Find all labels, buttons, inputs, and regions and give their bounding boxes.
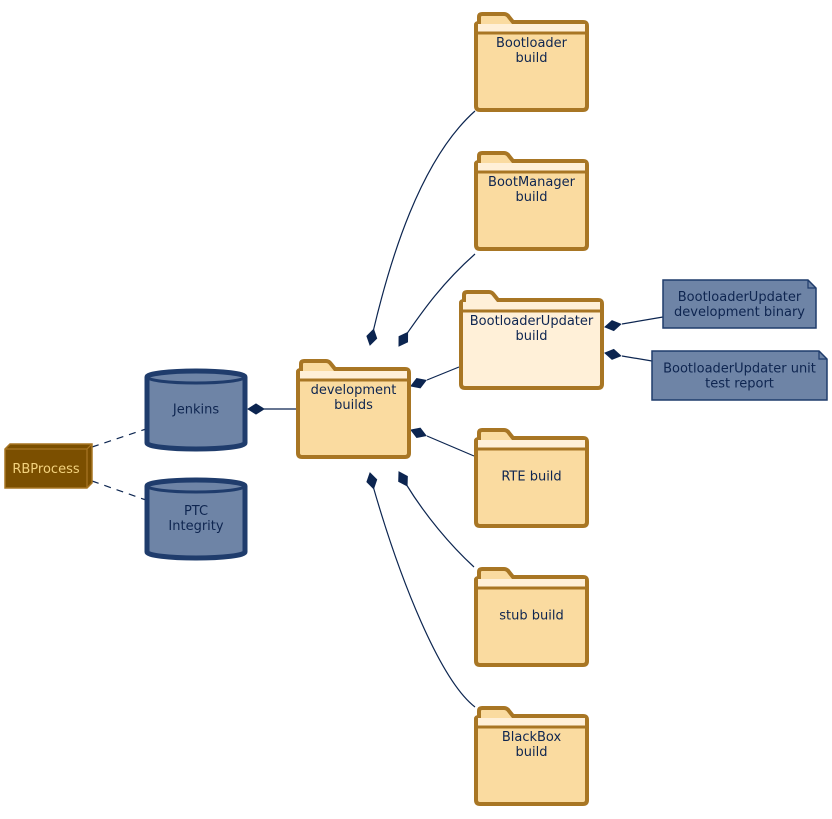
node-label: RTE build — [501, 470, 561, 485]
node-label: build — [516, 51, 548, 66]
node-label: builds — [334, 398, 373, 413]
edge-line — [426, 366, 460, 381]
node-label: stub build — [499, 609, 563, 624]
edge-line — [405, 483, 475, 568]
node-label: Bootloader — [496, 36, 568, 51]
composition-diamond-icon — [366, 328, 378, 346]
folder-tab — [478, 718, 585, 726]
edge-line — [621, 355, 653, 362]
edge-line — [91, 480, 147, 501]
nodes: RBProcessJenkinsPTCIntegritydevelopmentb… — [4, 12, 828, 806]
composition-diamond-icon — [398, 471, 408, 487]
edge-line — [372, 485, 476, 708]
folder-tab — [478, 163, 585, 171]
folder-tab — [478, 579, 585, 587]
edge-line — [91, 428, 147, 448]
node-ptc[interactable]: PTCIntegrity — [144, 477, 248, 561]
node-stub[interactable]: stub build — [474, 567, 589, 667]
edge-blupdater-to-dev — [410, 366, 460, 389]
node-rbprocess[interactable]: RBProcess — [4, 443, 93, 489]
edge-line — [426, 435, 475, 457]
edge-rbprocess-to-jenkins — [91, 428, 147, 448]
node-label: build — [516, 329, 548, 344]
edge-rbprocess-to-ptc — [91, 480, 147, 501]
node-label: Integrity — [168, 519, 223, 534]
node-label: RBProcess — [12, 462, 79, 477]
folder-tab — [478, 24, 585, 32]
node-label: BootloaderUpdater — [470, 314, 594, 329]
composition-diamond-icon — [410, 427, 427, 439]
edge-line — [372, 110, 476, 333]
composition-diamond-icon — [604, 320, 622, 332]
node-blupdater[interactable]: BootloaderUpdaterbuild — [459, 290, 604, 390]
node-label: BootManager — [488, 175, 576, 190]
node-bootmanager[interactable]: BootManagerbuild — [474, 151, 589, 251]
composition-diamond-icon — [398, 331, 409, 347]
node-rte[interactable]: RTE build — [474, 428, 589, 528]
folder-tab — [463, 302, 600, 310]
edge-bootloader-to-dev — [366, 110, 476, 346]
node-bootloader[interactable]: Bootloaderbuild — [474, 12, 589, 112]
node-dev[interactable]: developmentbuilds — [296, 359, 411, 459]
node-label: test report — [705, 377, 774, 392]
folder-tab — [478, 440, 585, 448]
node-label: Jenkins — [172, 403, 219, 418]
edge-dev-to-jenkins — [247, 403, 297, 415]
edge-note2-to-blupdater — [604, 348, 653, 362]
node-note2[interactable]: BootloaderUpdater unittest report — [651, 350, 828, 401]
edge-blackbox-to-dev — [366, 472, 476, 708]
node-label: BootloaderUpdater — [678, 290, 802, 305]
node-label: development binary — [674, 305, 805, 320]
node-blackbox[interactable]: BlackBoxbuild — [474, 706, 589, 806]
node-label: build — [516, 190, 548, 205]
composition-diamond-icon — [604, 348, 622, 360]
node-label: build — [516, 745, 548, 760]
edge-stub-to-dev — [398, 471, 475, 568]
node-label: development — [311, 383, 397, 398]
edge-line — [621, 316, 664, 325]
diagram-canvas: RBProcessJenkinsPTCIntegritydevelopmentb… — [4, 12, 828, 806]
node-label: BootloaderUpdater unit — [663, 362, 816, 377]
composition-diamond-icon — [366, 472, 378, 490]
composition-diamond-icon — [247, 403, 265, 415]
composition-diamond-icon — [410, 377, 427, 389]
node-label: PTC — [184, 504, 208, 519]
node-jenkins[interactable]: Jenkins — [144, 368, 248, 452]
edge-note1-to-blupdater — [604, 316, 664, 332]
edge-rte-to-dev — [410, 427, 475, 457]
folder-tab — [300, 371, 407, 379]
node-note1[interactable]: BootloaderUpdaterdevelopment binary — [662, 279, 817, 329]
node-label: BlackBox — [502, 730, 562, 745]
